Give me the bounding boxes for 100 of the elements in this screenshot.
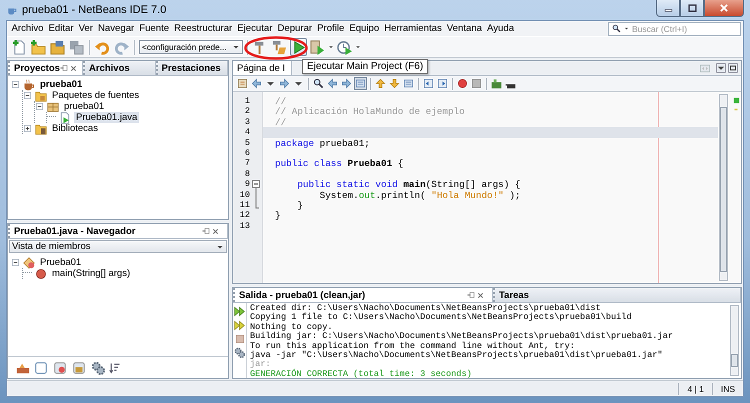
record-icon[interactable] xyxy=(457,78,468,89)
line-number: 6 xyxy=(244,148,250,158)
close-icon[interactable] xyxy=(70,64,77,72)
previous-bookmark-icon[interactable] xyxy=(375,78,386,89)
window-icon[interactable] xyxy=(33,360,49,374)
maximize-button[interactable] xyxy=(680,0,704,17)
line-number: 3 xyxy=(244,116,250,128)
collapse-icon[interactable] xyxy=(35,102,44,111)
filter-icon[interactable] xyxy=(52,360,68,374)
shift-left-icon[interactable] xyxy=(423,78,434,89)
configuration-dropdown[interactable]: <configuración prede... xyxy=(139,40,243,54)
search-icon[interactable] xyxy=(313,78,324,89)
menu-item[interactable]: Profile xyxy=(314,23,347,34)
caret-icon xyxy=(624,26,629,31)
panel-tab[interactable]: Salida - prueba01 (clean,jar) xyxy=(233,288,493,302)
menu-item[interactable]: Ejecutar xyxy=(234,23,275,34)
menu-item[interactable]: Archivo xyxy=(9,23,46,34)
search-icon xyxy=(612,24,621,33)
sort-icon[interactable] xyxy=(109,360,121,374)
gear-icon[interactable] xyxy=(90,360,106,374)
code-line: package prueba01; xyxy=(274,138,371,148)
menu-item[interactable]: Equipo xyxy=(346,23,382,34)
clean-build-button[interactable] xyxy=(271,38,288,56)
minimize-window-icon[interactable] xyxy=(202,227,210,235)
view-dropdown[interactable]: Vista de miembros xyxy=(9,240,227,253)
tree-item[interactable]: Prueba01.java xyxy=(74,112,140,123)
new-project-button[interactable] xyxy=(30,38,47,56)
menu-item[interactable]: Depurar xyxy=(274,23,315,34)
find-next-icon[interactable] xyxy=(341,78,352,89)
forward-icon[interactable] xyxy=(279,78,290,89)
panel-tab[interactable]: Tareas xyxy=(493,288,741,302)
back-icon[interactable] xyxy=(251,78,262,89)
find-previous-icon[interactable] xyxy=(327,78,338,89)
line-number: 1 xyxy=(244,96,250,106)
tree-item[interactable]: Bibliotecas xyxy=(50,123,100,134)
toggle-bookmark-icon[interactable] xyxy=(403,78,414,89)
panel-tab[interactable]: Archivos xyxy=(83,61,156,75)
line-number: 12 xyxy=(238,210,250,221)
dropdown-icon[interactable] xyxy=(716,63,726,73)
collapse-icon[interactable] xyxy=(23,91,32,100)
close-icon[interactable] xyxy=(212,228,219,234)
rerun-icon[interactable] xyxy=(234,306,245,317)
menu-item[interactable]: Ventana xyxy=(444,23,484,34)
save-all-button[interactable] xyxy=(68,38,85,56)
settings-icon[interactable] xyxy=(234,347,245,358)
panel-tab[interactable]: Prestaciones xyxy=(156,61,228,75)
history-icon[interactable] xyxy=(237,78,248,89)
class-icon xyxy=(23,256,35,268)
editor-tab[interactable]: Página de I xyxy=(233,61,292,75)
code-line: // Aplicación HolaMundo de ejemplo xyxy=(274,106,466,117)
rerun-options-icon[interactable] xyxy=(234,320,245,331)
highlight-icon[interactable] xyxy=(355,78,366,89)
tree-item[interactable]: prueba01 xyxy=(62,101,106,112)
menu-item[interactable]: Navegar xyxy=(95,23,137,34)
debug-button[interactable] xyxy=(309,38,326,56)
output-line: Nothing to copy. xyxy=(250,322,334,332)
close-icon[interactable] xyxy=(477,292,484,298)
tree-item[interactable]: prueba01 xyxy=(38,79,84,90)
profile-button[interactable] xyxy=(336,38,353,56)
stop-icon[interactable] xyxy=(471,78,482,89)
lock-icon[interactable] xyxy=(71,360,87,374)
tree-item[interactable]: main(String[] args) xyxy=(50,268,132,279)
menu-item[interactable]: Editar xyxy=(46,23,76,34)
stop-icon[interactable] xyxy=(234,334,244,344)
caret-icon[interactable] xyxy=(328,44,334,50)
line-number: 9 xyxy=(244,179,250,190)
minimize-window-icon[interactable] xyxy=(467,291,475,299)
panel-tab[interactable]: Proyectos xyxy=(8,61,83,75)
menu-item[interactable]: Ayuda xyxy=(484,23,517,34)
close-button[interactable] xyxy=(704,0,744,17)
output-line: GENERACIÓN CORRECTA (total time: 3 seconds) xyxy=(250,370,473,378)
menu-item[interactable]: Fuente xyxy=(136,23,172,34)
fold-icon[interactable] xyxy=(252,180,260,210)
caret-icon[interactable] xyxy=(355,44,361,50)
maximize-icon[interactable] xyxy=(728,63,738,73)
shift-right-icon[interactable] xyxy=(437,78,448,89)
menu-item[interactable]: Reestructurar xyxy=(172,23,235,34)
code-line: } xyxy=(274,210,282,221)
line-number: 5 xyxy=(244,138,250,148)
scrollbar[interactable] xyxy=(719,94,728,281)
collapse-icon[interactable] xyxy=(11,258,20,267)
tree-item[interactable]: Paquetes de fuentes xyxy=(50,90,142,101)
insert-mode: INS xyxy=(712,382,743,394)
collapse-icon[interactable] xyxy=(11,80,20,89)
expand-icon[interactable] xyxy=(23,124,32,133)
minimize-window-icon[interactable] xyxy=(60,64,68,72)
menu-item[interactable]: Ver xyxy=(76,23,96,34)
menu-item[interactable]: Herramientas xyxy=(382,23,444,34)
scrollbar[interactable] xyxy=(730,305,739,376)
package-icon xyxy=(47,100,59,112)
comment-icon[interactable] xyxy=(491,78,502,89)
tree-item[interactable]: Prueba01 xyxy=(38,257,84,268)
next-bookmark-icon[interactable] xyxy=(389,78,400,89)
code-line: public static void main(String[] args) { xyxy=(296,179,522,190)
minimize-button[interactable] xyxy=(656,0,680,17)
open-project-button[interactable] xyxy=(49,38,66,56)
line-number: 2 xyxy=(244,106,250,117)
line-number: 8 xyxy=(244,168,250,180)
panel-tab[interactable]: Prueba01.java - Navegador xyxy=(8,224,228,238)
output-line: To run this application from the command line without Ant, try: xyxy=(250,342,575,351)
